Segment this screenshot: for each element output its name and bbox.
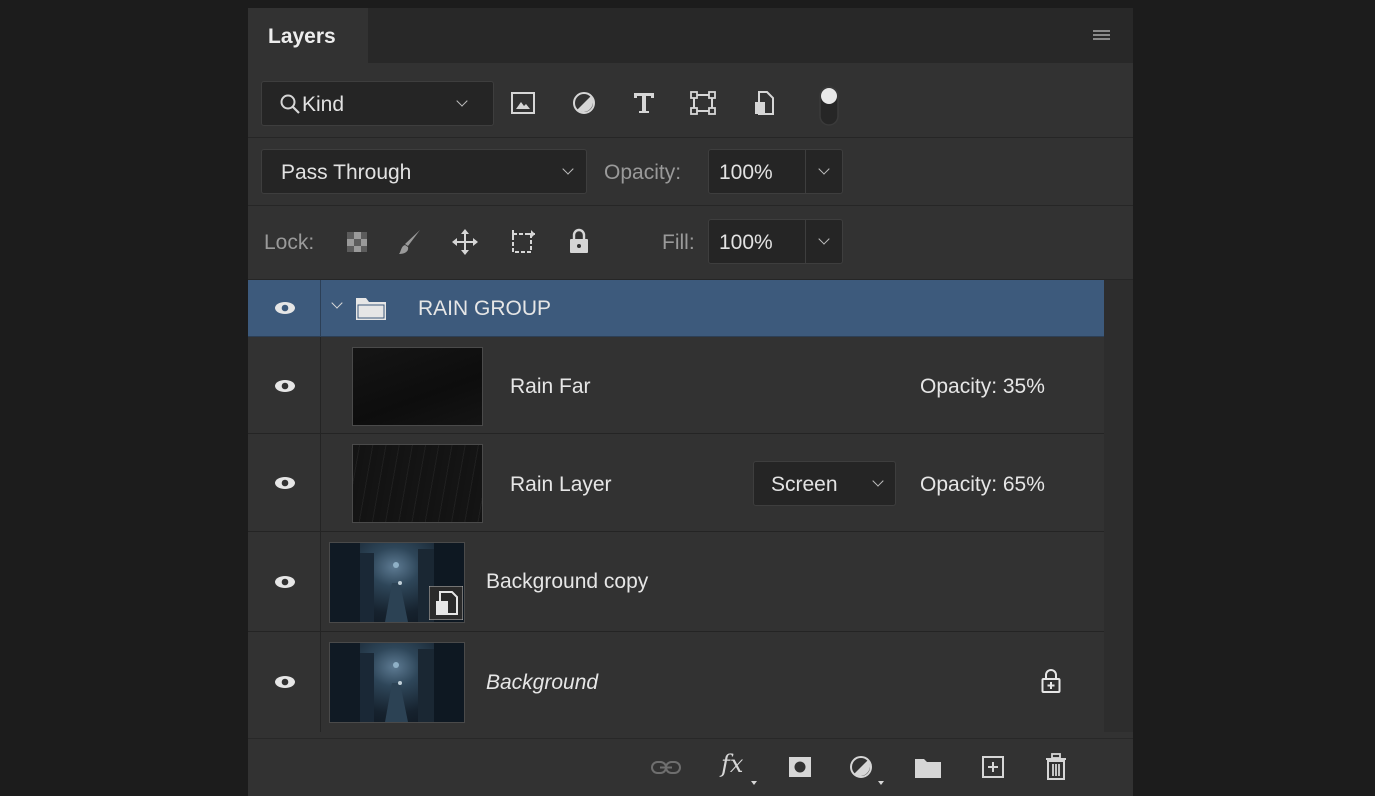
- city-street-image: [330, 643, 464, 722]
- chevron-down-icon[interactable]: [331, 297, 343, 309]
- smart-object-badge-icon: [429, 586, 463, 620]
- visibility-toggle[interactable]: [248, 280, 321, 336]
- layer-thumbnail: [329, 642, 465, 723]
- fill-value: 100%: [719, 231, 773, 254]
- layer-name: RAIN GROUP: [418, 297, 552, 320]
- layer-row-background-copy[interactable]: Background copy: [248, 532, 1104, 632]
- dropdown-arrow-icon: [751, 781, 757, 785]
- visibility-toggle[interactable]: [248, 632, 321, 732]
- lock-all-icon[interactable]: [568, 227, 590, 255]
- layers-panel: Layers Kind Pass Through Opacity: 100% L…: [248, 8, 1133, 796]
- visibility-toggle[interactable]: [248, 434, 321, 531]
- kind-dropdown[interactable]: Kind: [261, 81, 494, 126]
- layer-name: Rain Far: [510, 375, 591, 398]
- divider: [805, 220, 806, 263]
- tab-layers-label: Layers: [268, 25, 336, 48]
- layer-opacity-text: Opacity: 35%: [920, 375, 1045, 398]
- layer-blend-mode: Screen: [771, 473, 838, 496]
- layers-panel-footer: fx: [248, 738, 1133, 796]
- layer-row-background[interactable]: Background: [248, 632, 1104, 732]
- shape-filter-icon[interactable]: [690, 91, 716, 115]
- hamburger-menu-icon[interactable]: [1093, 30, 1110, 43]
- layer-row-rain-far[interactable]: Rain Far Opacity: 35%: [248, 337, 1104, 434]
- layer-row-rain-layer[interactable]: Rain Layer Screen Opacity: 65%: [248, 434, 1104, 532]
- layer-lock-icon[interactable]: [1041, 668, 1061, 694]
- chevron-down-icon: [456, 95, 468, 107]
- lock-image-pixels-icon[interactable]: [398, 228, 422, 256]
- blend-mode-value: Pass Through: [281, 161, 412, 184]
- layers-scrollbar[interactable]: [1104, 280, 1133, 732]
- divider: [805, 150, 806, 193]
- layer-thumbnail: [352, 444, 483, 523]
- blend-mode-dropdown[interactable]: Pass Through: [261, 149, 587, 194]
- visibility-toggle[interactable]: [248, 337, 321, 433]
- eye-icon: [275, 302, 295, 314]
- chevron-down-icon[interactable]: [818, 163, 830, 175]
- layer-name: Background copy: [486, 570, 649, 593]
- layer-blend-mode-dropdown[interactable]: Screen: [753, 461, 896, 506]
- kind-label: Kind: [302, 93, 345, 116]
- opacity-field[interactable]: 100%: [708, 149, 843, 194]
- layer-row-rain-group[interactable]: RAIN GROUP: [248, 280, 1104, 337]
- delete-layer-icon[interactable]: [1044, 753, 1068, 781]
- new-layer-icon[interactable]: [981, 755, 1005, 779]
- visibility-toggle[interactable]: [248, 532, 321, 631]
- layer-thumbnail: [329, 542, 465, 623]
- type-filter-icon[interactable]: [632, 91, 656, 115]
- adjustment-filter-icon[interactable]: [572, 91, 596, 115]
- chevron-down-icon: [872, 475, 884, 487]
- lock-position-icon[interactable]: [451, 228, 479, 256]
- opacity-label: Opacity:: [604, 161, 682, 184]
- filter-row: Kind: [248, 63, 1133, 138]
- image-filter-icon[interactable]: [511, 92, 535, 114]
- lock-transparent-pixels-icon[interactable]: [346, 231, 368, 253]
- dropdown-arrow-icon: [878, 781, 884, 785]
- add-mask-icon[interactable]: [788, 756, 812, 778]
- fill-field[interactable]: 100%: [708, 219, 843, 264]
- search-icon: [280, 94, 300, 114]
- chevron-down-icon: [562, 163, 574, 175]
- layers-list: RAIN GROUP Rain Far Opacity: 35% Rain La…: [248, 280, 1104, 732]
- eye-icon: [275, 576, 295, 588]
- new-group-icon[interactable]: [914, 757, 942, 779]
- smart-object-filter-icon[interactable]: [753, 90, 775, 116]
- eye-icon: [275, 676, 295, 688]
- tab-layers[interactable]: Layers: [248, 8, 368, 63]
- fill-label: Fill:: [662, 231, 695, 254]
- layer-name: Background: [486, 671, 599, 694]
- layer-name: Rain Layer: [510, 473, 612, 496]
- blend-row: Pass Through Opacity: 100%: [248, 138, 1133, 206]
- eye-icon: [275, 380, 295, 392]
- panel-tab-bar: Layers: [248, 8, 1133, 63]
- eye-icon: [275, 477, 295, 489]
- filter-toggle-icon[interactable]: [818, 85, 840, 127]
- link-layers-icon[interactable]: [651, 759, 681, 777]
- adjustment-layer-icon[interactable]: [849, 755, 873, 779]
- opacity-value: 100%: [719, 161, 773, 184]
- chevron-down-icon[interactable]: [818, 233, 830, 245]
- lock-row: Lock: Fill: 100%: [248, 206, 1133, 280]
- lock-label: Lock:: [264, 231, 315, 254]
- lock-artboard-icon[interactable]: [509, 228, 537, 256]
- layer-style-fx-icon[interactable]: fx: [721, 750, 743, 778]
- layer-opacity-text: Opacity: 65%: [920, 473, 1045, 496]
- folder-icon: [356, 298, 386, 320]
- layer-thumbnail: [352, 347, 483, 426]
